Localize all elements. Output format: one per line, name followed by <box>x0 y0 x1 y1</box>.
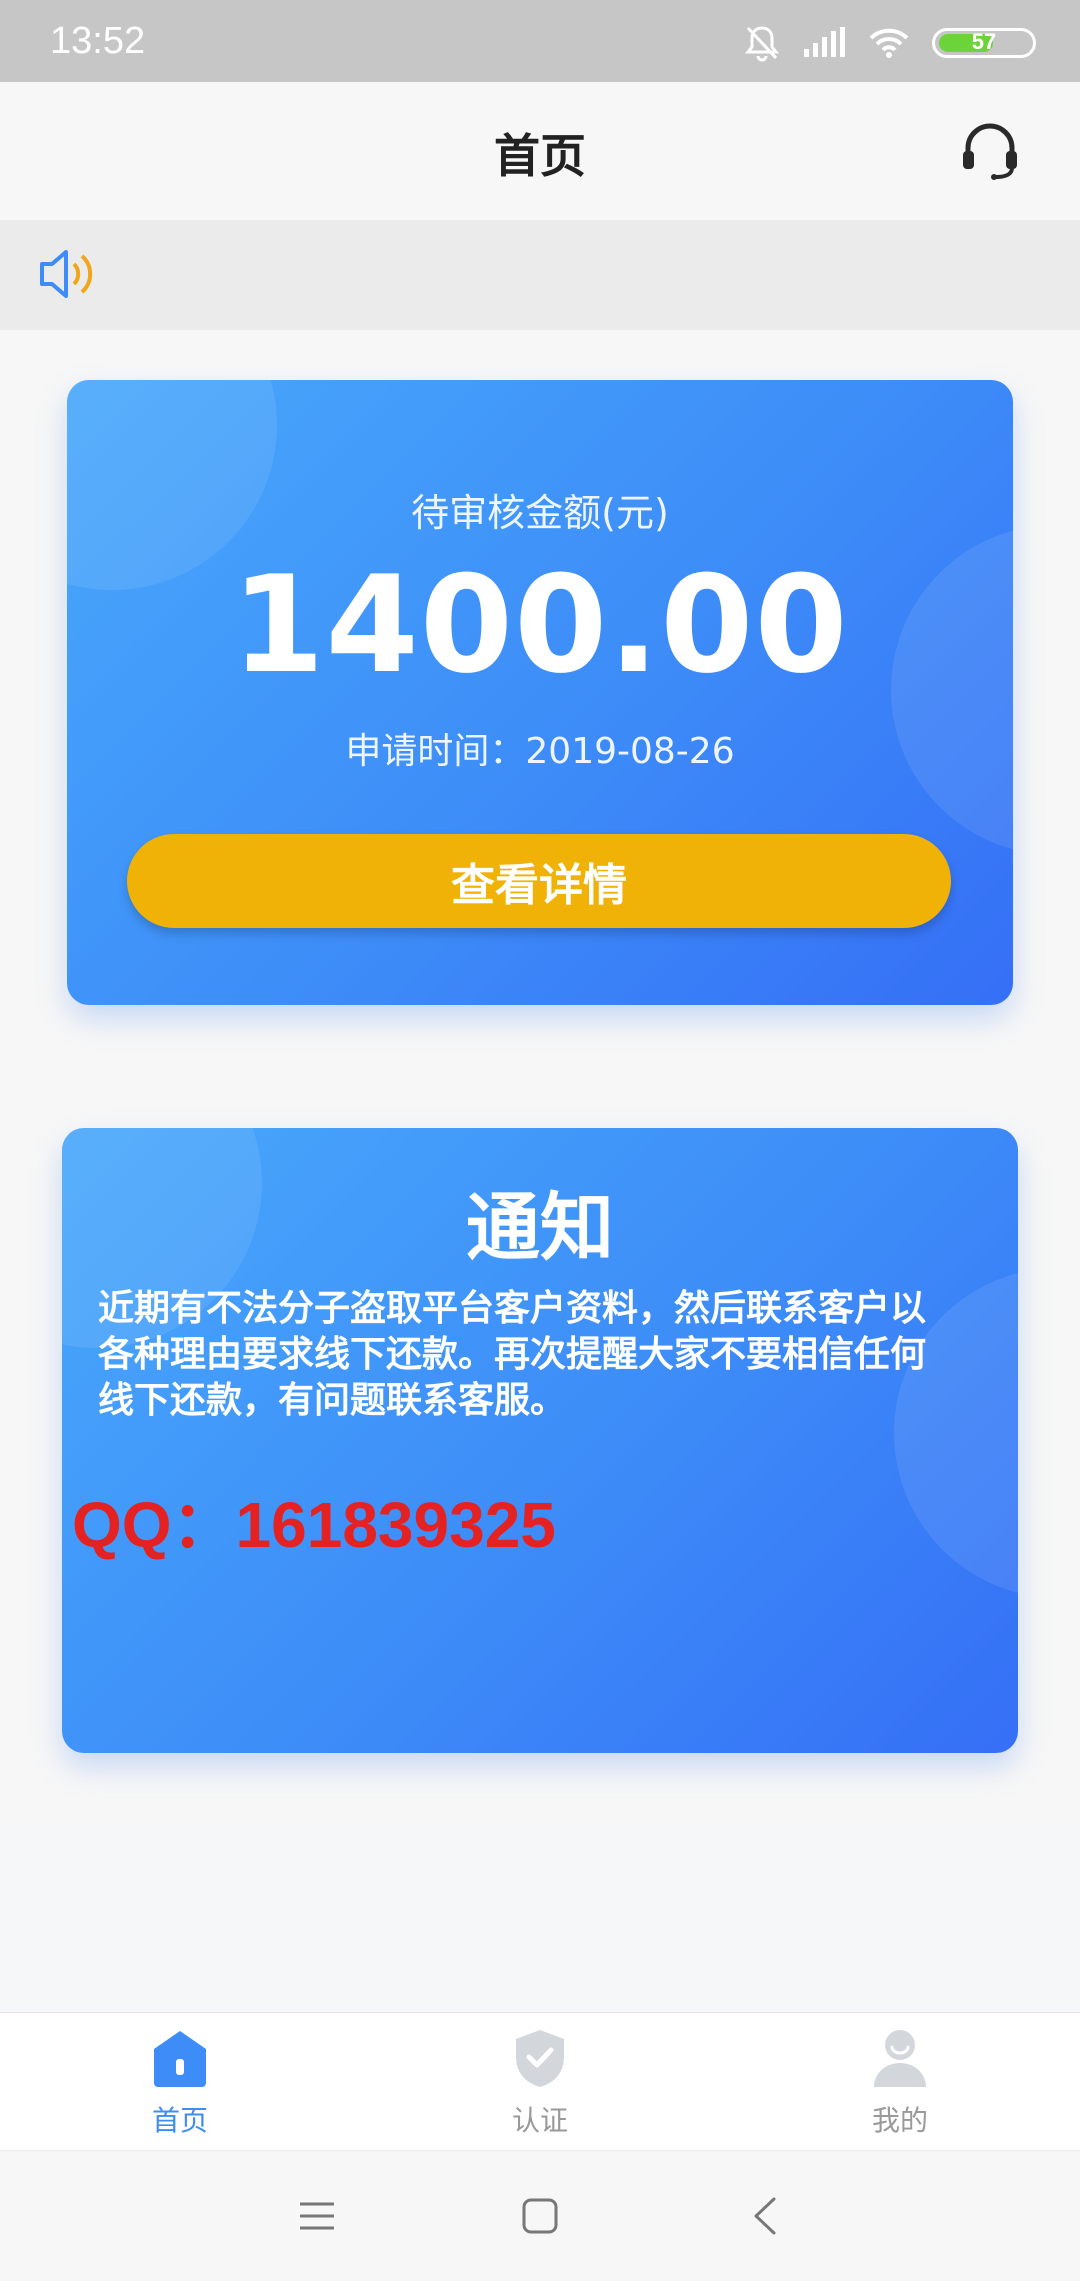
battery-level: 57 <box>971 29 997 54</box>
nav-label-home: 首页 <box>151 2104 208 2137</box>
home-button-icon[interactable] <box>515 2191 565 2241</box>
announcement-bar <box>0 220 1080 330</box>
bottom-nav: 首页 认证 我的 <box>0 2012 1080 2151</box>
apply-date: 申请时间：2019-08-26 <box>345 731 735 772</box>
signal-icon <box>804 27 845 57</box>
system-nav-bar <box>0 2150 1080 2281</box>
page-title: 首页 <box>494 129 586 183</box>
nav-label-verify: 认证 <box>511 2104 568 2137</box>
back-icon[interactable] <box>742 2191 792 2241</box>
nav-item-home[interactable]: 首页 <box>80 2013 280 2151</box>
pending-amount-label: 待审核金额(元) <box>411 491 669 535</box>
nav-item-mine[interactable]: 我的 <box>800 2013 1000 2151</box>
wifi-icon <box>869 28 909 58</box>
speaker-icon <box>40 250 93 298</box>
notice-qq: QQ：161839325 <box>72 1489 556 1561</box>
shield-check-icon <box>516 2030 564 2087</box>
notice-body: 近期有不法分子盗取平台客户资料，然后联系客户以各种理由要求线下还款。再次提醒大家… <box>98 1288 927 1421</box>
headset-icon[interactable] <box>958 118 1022 182</box>
pending-review-card: 待审核金额(元) 1400.00 申请时间：2019-08-26 查看详情 <box>67 380 1013 1005</box>
battery-icon: 57 <box>932 28 1036 58</box>
nav-label-mine: 我的 <box>871 2104 928 2137</box>
menu-icon[interactable] <box>292 2191 342 2241</box>
pending-amount-value: 1400.00 <box>231 547 849 703</box>
status-bar: 13:52 57 <box>0 0 1080 82</box>
view-details-button[interactable]: 查看详情 <box>127 834 951 928</box>
notice-title: 通知 <box>466 1185 614 1271</box>
home-icon <box>154 2031 206 2087</box>
nav-item-verify[interactable]: 认证 <box>440 2013 640 2151</box>
notice-card: 通知 近期有不法分子盗取平台客户资料，然后联系客户以各种理由要求线下还款。再次提… <box>62 1128 1018 1753</box>
bell-muted-icon <box>744 26 780 62</box>
status-icons: 57 <box>744 22 1036 64</box>
status-time: 13:52 <box>50 20 146 62</box>
title-bar: 首页 <box>0 82 1080 220</box>
person-icon <box>874 2030 926 2087</box>
